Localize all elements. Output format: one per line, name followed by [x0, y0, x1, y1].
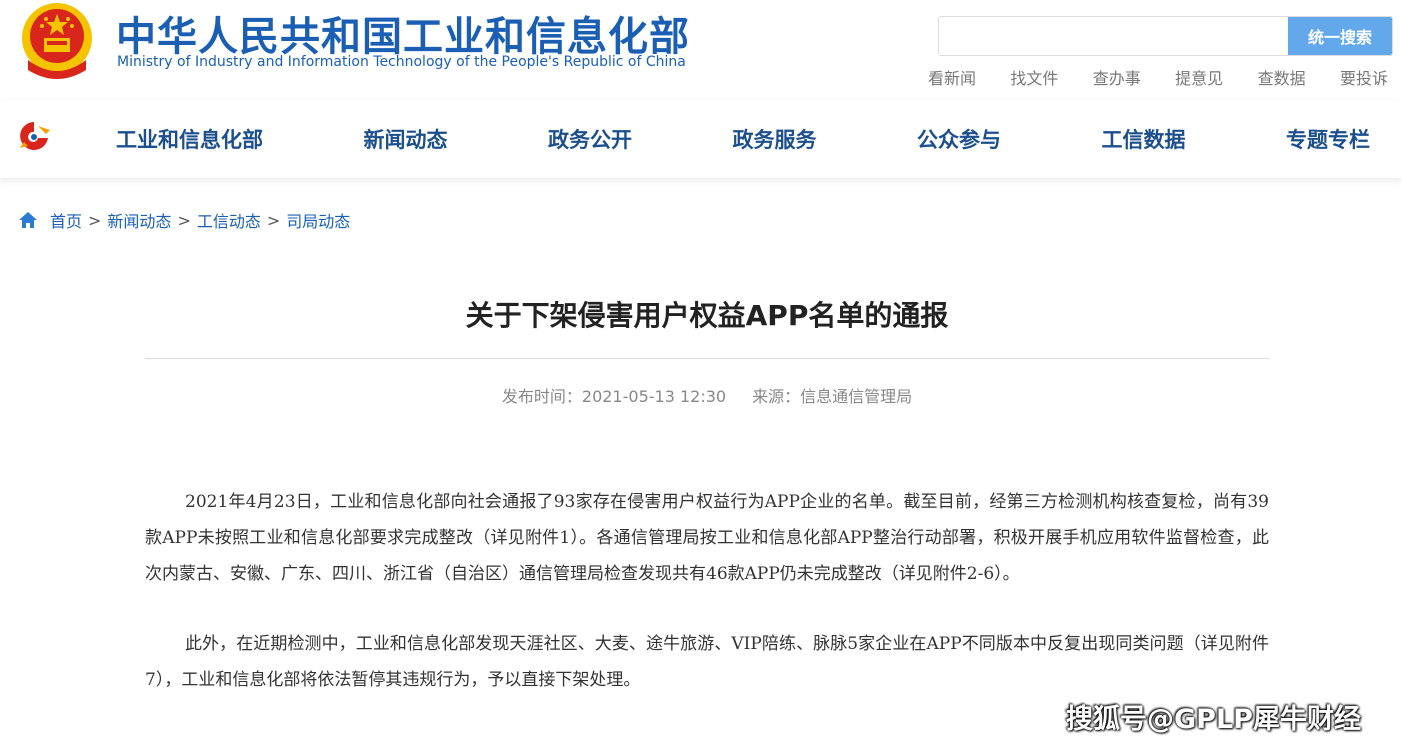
- quick-link-data[interactable]: 查数据: [1258, 65, 1306, 89]
- quick-link-complaint[interactable]: 要投诉: [1340, 65, 1388, 89]
- home-icon[interactable]: [18, 211, 38, 229]
- article-meta: 发布时间：2021-05-13 12:30 来源：信息通信管理局: [145, 383, 1269, 407]
- nav-item-public-participation[interactable]: 公众参与: [899, 124, 1019, 154]
- site-title-en: Ministry of Industry and Information Tec…: [117, 54, 686, 70]
- breadcrumb: 首页 > 新闻动态 > 工信动态 > 司局动态: [18, 208, 350, 232]
- national-emblem-icon[interactable]: [18, 0, 96, 80]
- breadcrumb-department-news[interactable]: 司局动态: [286, 208, 350, 232]
- nav-item-ministry[interactable]: 工业和信息化部: [98, 124, 281, 154]
- publish-time: 2021-05-13 12:30: [581, 387, 727, 406]
- nav-item-special-topics[interactable]: 专题专栏: [1268, 124, 1388, 154]
- quick-link-documents[interactable]: 找文件: [1010, 65, 1058, 89]
- article-title: 关于下架侵害用户权益APP名单的通报: [465, 299, 949, 332]
- article-paragraph: 此外，在近期检测中，工业和信息化部发现天涯社区、大麦、途牛旅游、VIP陪练、脉脉…: [145, 634, 1269, 690]
- source-label: 来源：: [752, 387, 801, 406]
- nav-item-government-services[interactable]: 政务服务: [715, 124, 835, 154]
- article-paragraph: 2021年4月23日，工业和信息化部向社会通报了93家存在侵害用户权益行为APP…: [145, 492, 1269, 584]
- nav-item-government-affairs[interactable]: 政务公开: [530, 124, 650, 154]
- breadcrumb-separator: >: [266, 210, 281, 230]
- breadcrumb-news[interactable]: 新闻动态: [107, 208, 171, 232]
- quick-link-feedback[interactable]: 提意见: [1175, 65, 1223, 89]
- breadcrumb-home[interactable]: 首页: [50, 208, 82, 232]
- ministry-logo-icon[interactable]: [16, 120, 52, 152]
- article-body: 2021年4月23日，工业和信息化部向社会通报了93家存在侵害用户权益行为APP…: [145, 484, 1269, 732]
- breadcrumb-separator: >: [88, 210, 102, 230]
- search-button[interactable]: 统一搜索: [1288, 17, 1392, 55]
- search-box: 统一搜索: [938, 16, 1393, 56]
- publish-label: 发布时间：: [501, 387, 582, 406]
- nav-item-news[interactable]: 新闻动态: [346, 124, 466, 154]
- breadcrumb-industry-news[interactable]: 工信动态: [197, 208, 261, 232]
- site-header: 中华人民共和国工业和信息化部 Ministry of Industry and …: [0, 0, 1402, 100]
- watermark: 搜狐号@GPLP犀牛财经: [1066, 704, 1361, 735]
- breadcrumb-separator: >: [177, 210, 191, 230]
- source-value: 信息通信管理局: [800, 387, 913, 406]
- nav-items: 工业和信息化部 新闻动态 政务公开 政务服务 公众参与 工信数据 专题专栏: [98, 100, 1388, 178]
- quick-link-news[interactable]: 看新闻: [928, 65, 976, 89]
- title-divider: [145, 358, 1269, 359]
- nav-item-data[interactable]: 工信数据: [1084, 124, 1204, 154]
- quick-links: 看新闻 找文件 查办事 提意见 查数据 要投诉: [928, 65, 1388, 89]
- main-nav: 工业和信息化部 新闻动态 政务公开 政务服务 公众参与 工信数据 专题专栏: [0, 100, 1402, 178]
- search-input[interactable]: [939, 17, 1288, 55]
- quick-link-services[interactable]: 查办事: [1093, 65, 1141, 89]
